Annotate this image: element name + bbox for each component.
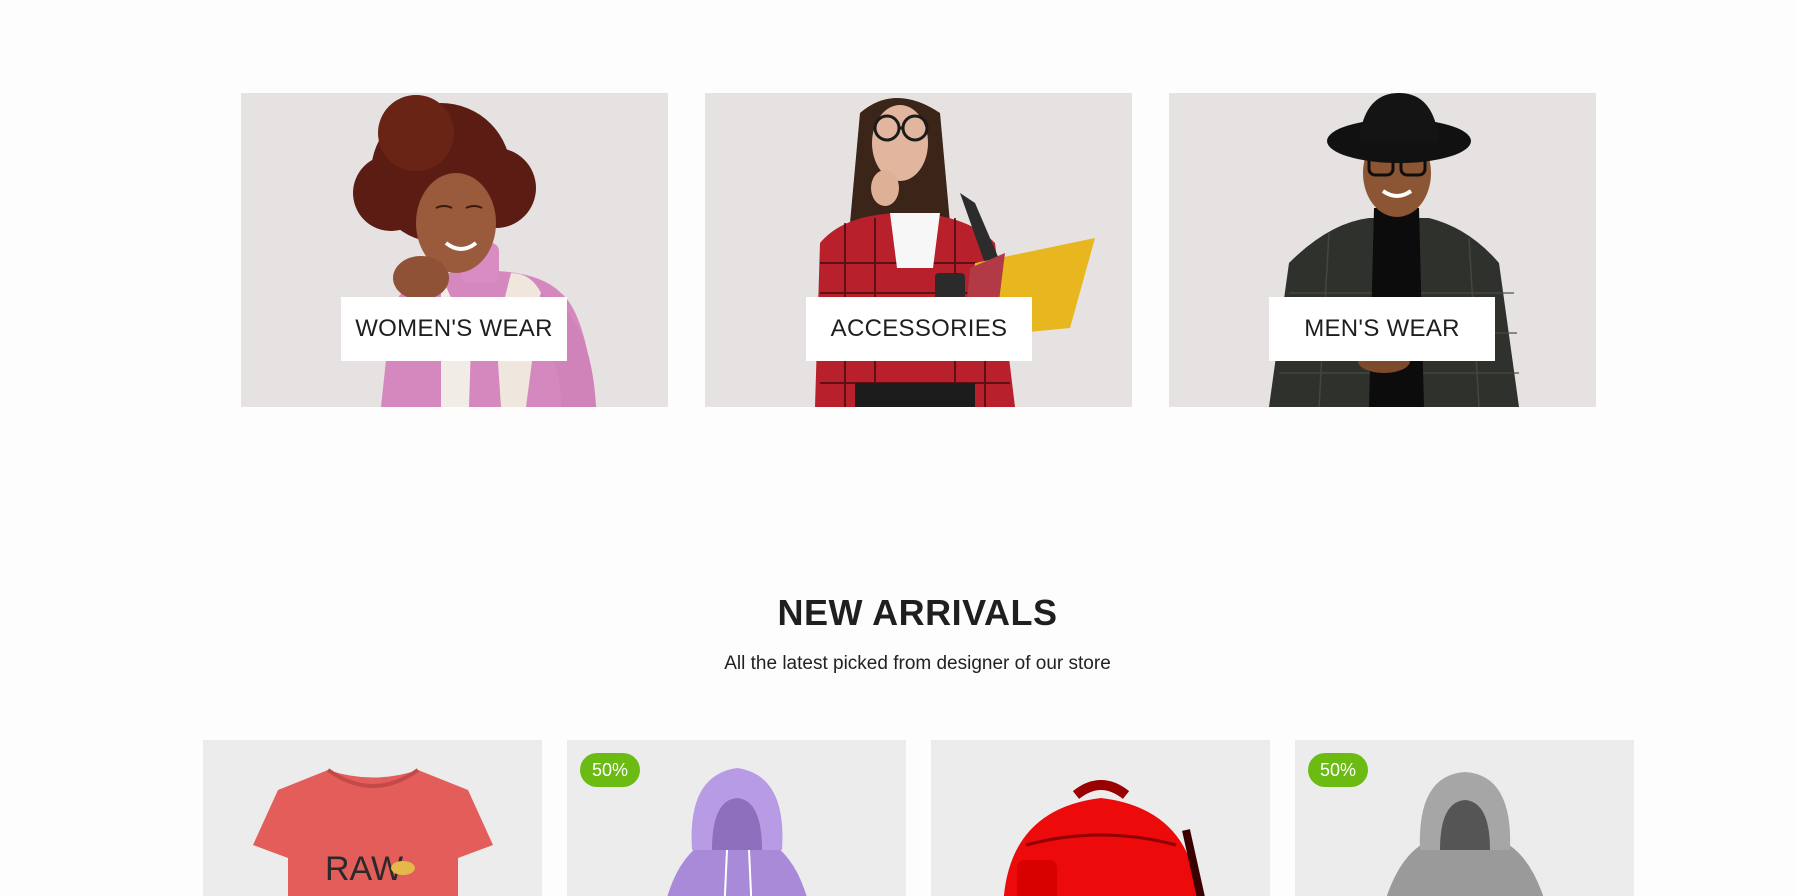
category-card-accessories[interactable]: ACCESSORIES <box>705 93 1132 407</box>
product-card-tshirt[interactable]: RAW <box>203 740 542 896</box>
category-label-accessories: ACCESSORIES <box>806 297 1032 361</box>
new-arrivals-subtitle: All the latest picked from designer of o… <box>724 653 1111 674</box>
page: WOMEN'S WEAR ACCESSORIES MEN'S WEAR NEW … <box>0 0 1795 896</box>
category-card-womens-wear[interactable]: WOMEN'S WEAR <box>241 93 668 407</box>
product-card-grey-hoodie[interactable]: 50% <box>1295 740 1634 896</box>
product-card-lavender-hoodie[interactable]: 50% <box>567 740 906 896</box>
product-card-backpack[interactable] <box>931 740 1270 896</box>
new-arrivals-title: NEW ARRIVALS <box>777 592 1058 633</box>
category-banners: WOMEN'S WEAR ACCESSORIES MEN'S WEAR <box>241 93 1596 407</box>
category-label-mens-wear: MEN'S WEAR <box>1269 297 1495 361</box>
category-label-womens-wear: WOMEN'S WEAR <box>341 297 567 361</box>
discount-badge: 50% <box>1308 753 1368 787</box>
tshirt-image: RAW <box>253 768 493 896</box>
category-card-mens-wear[interactable]: MEN'S WEAR <box>1169 93 1596 407</box>
discount-badge: 50% <box>580 753 640 787</box>
backpack-image <box>1004 780 1205 896</box>
